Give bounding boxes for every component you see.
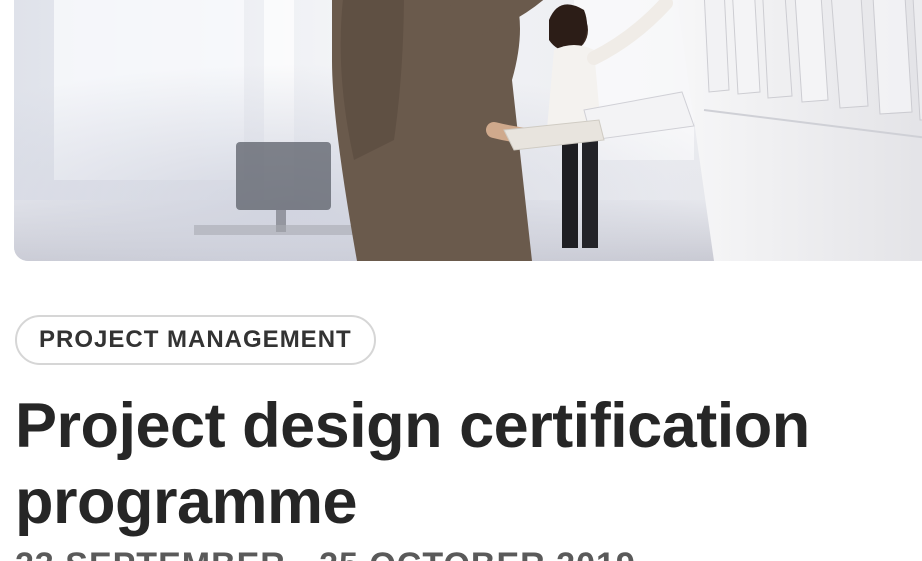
hero-image[interactable] — [14, 0, 922, 261]
category-tag[interactable]: PROJECT MANAGEMENT — [15, 315, 376, 365]
course-title[interactable]: Project design certification programme — [15, 388, 915, 540]
course-card[interactable]: PROJECT MANAGEMENT Project design certif… — [0, 0, 922, 561]
course-dates: 23 SEPTEMBER - 25 OCTOBER 2019 — [15, 546, 636, 561]
hero-photo-illustration — [14, 0, 922, 261]
